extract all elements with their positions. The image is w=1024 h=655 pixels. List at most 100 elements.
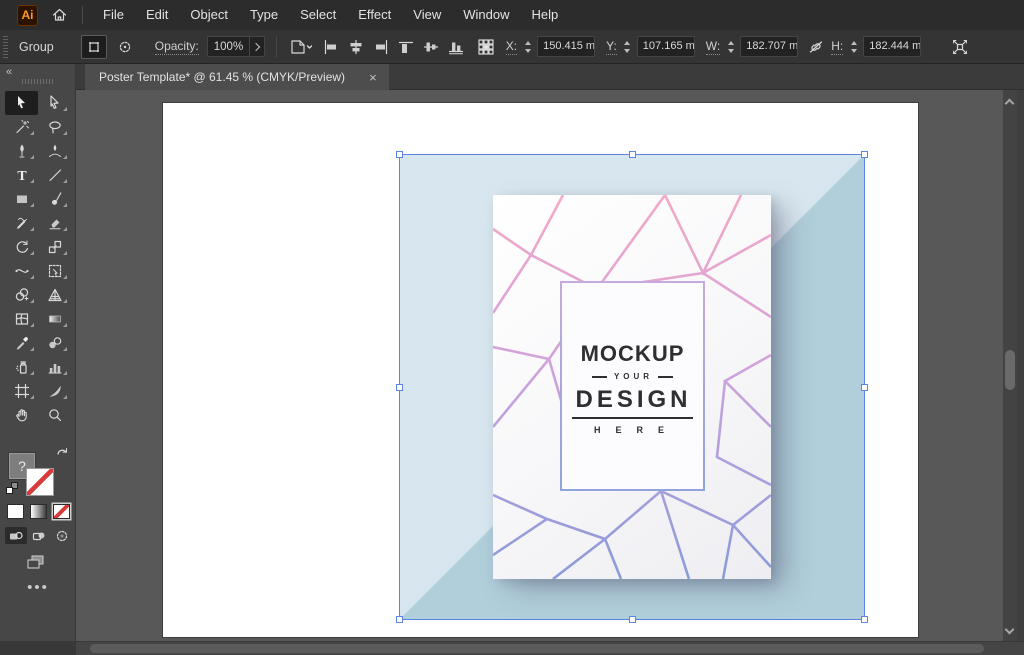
menu-select[interactable]: Select [289, 0, 347, 30]
edit-toolbar-button[interactable]: ••• [0, 579, 76, 596]
h-input[interactable]: 182.444 mm [863, 36, 922, 57]
tool-symbol-sprayer[interactable] [5, 355, 38, 379]
menu-type[interactable]: Type [239, 0, 289, 30]
poster-mockup[interactable]: MOCKUP YOUR DESIGN HERE [493, 195, 771, 579]
align-h-center-button[interactable] [347, 39, 365, 55]
vertical-scrollbar-thumb[interactable] [1005, 350, 1015, 390]
horizontal-scrollbar[interactable] [0, 641, 1024, 655]
align-right-button[interactable] [372, 39, 390, 55]
tool-direct-selection[interactable] [38, 91, 71, 115]
x-input[interactable]: 150.415 mm [537, 36, 596, 57]
h-label[interactable]: H: [831, 39, 844, 55]
tool-eyedropper[interactable] [5, 331, 38, 355]
more-options-button[interactable] [951, 38, 969, 56]
vertical-scrollbar[interactable] [1003, 90, 1017, 641]
home-button[interactable] [51, 7, 68, 23]
draw-behind-button[interactable] [28, 527, 50, 544]
document-tab[interactable]: Poster Template* @ 61.45 % (CMYK/Preview… [85, 64, 389, 90]
horizontal-scrollbar-thumb[interactable] [90, 644, 984, 653]
w-stepper[interactable] [725, 37, 736, 57]
opacity-label[interactable]: Opacity: [154, 39, 199, 55]
tool-rectangle[interactable] [5, 187, 38, 211]
tool-paintbrush[interactable] [38, 187, 71, 211]
align-to-selection-dropdown[interactable] [288, 38, 312, 56]
tool-blend[interactable] [38, 331, 71, 355]
isolate-mode-button[interactable] [112, 35, 138, 59]
selection-handle-se[interactable] [861, 616, 868, 623]
opacity-flyout-icon[interactable] [251, 42, 261, 51]
x-label[interactable]: X: [505, 39, 518, 55]
tool-column-graph[interactable] [38, 355, 71, 379]
tool-width[interactable] [5, 259, 38, 283]
y-stepper[interactable] [622, 37, 633, 57]
w-input[interactable]: 182.707 mm [740, 36, 799, 57]
align-top-button[interactable] [397, 39, 415, 55]
tool-shape-builder[interactable] [5, 283, 38, 307]
canvas-pasteboard[interactable]: MOCKUP YOUR DESIGN HERE [76, 90, 1003, 641]
screen-mode-button[interactable] [26, 554, 46, 570]
y-label[interactable]: Y: [606, 39, 617, 55]
selection-handle-nw[interactable] [396, 151, 403, 158]
opacity-input[interactable]: 100% [206, 36, 265, 57]
selected-artwork-group[interactable]: MOCKUP YOUR DESIGN HERE [396, 151, 868, 623]
tool-magic-wand[interactable] [5, 115, 38, 139]
tool-line-segment[interactable] [38, 163, 71, 187]
selection-handle-e[interactable] [861, 383, 868, 391]
tool-eraser[interactable] [38, 211, 71, 235]
menu-view[interactable]: View [402, 0, 452, 30]
control-bar-grip[interactable] [3, 35, 8, 58]
tool-hand[interactable] [5, 403, 38, 427]
align-left-button[interactable] [322, 39, 340, 55]
align-v-center-button[interactable] [422, 39, 440, 55]
tool-rotate[interactable] [5, 235, 38, 259]
swap-fill-stroke-icon[interactable] [56, 446, 69, 457]
draw-inside-button[interactable] [51, 527, 73, 544]
tool-gradient[interactable] [38, 307, 71, 331]
default-fill-stroke-icon[interactable] [6, 482, 19, 495]
stroke-swatch-none[interactable] [26, 468, 54, 496]
y-input[interactable]: 107.165 mm [636, 36, 695, 57]
tool-scale[interactable] [38, 235, 71, 259]
tool-lasso[interactable] [38, 115, 71, 139]
menu-help[interactable]: Help [520, 0, 569, 30]
tool-mesh[interactable] [5, 307, 38, 331]
menu-edit[interactable]: Edit [135, 0, 179, 30]
menu-effect[interactable]: Effect [347, 0, 402, 30]
selection-handle-w[interactable] [396, 383, 403, 391]
artboard[interactable]: MOCKUP YOUR DESIGN HERE [163, 103, 918, 637]
selection-handle-s[interactable] [628, 616, 636, 623]
tool-selection[interactable] [5, 91, 38, 115]
selection-handle-ne[interactable] [861, 151, 868, 158]
tool-artboard[interactable] [5, 379, 38, 403]
w-label[interactable]: W: [705, 39, 721, 55]
tool-free-transform[interactable] [38, 259, 71, 283]
collapse-panel-icon[interactable]: « [6, 66, 12, 78]
tool-slice[interactable] [38, 379, 71, 403]
tool-type[interactable]: T [5, 163, 38, 187]
none-button[interactable] [53, 504, 70, 519]
opacity-value[interactable]: 100% [208, 41, 249, 53]
select-object-mode-button[interactable] [80, 34, 107, 59]
selection-handle-n[interactable] [628, 151, 636, 158]
scroll-down-icon[interactable] [1004, 624, 1015, 635]
illustrator-logo-icon[interactable]: Ai [17, 4, 38, 26]
tool-perspective-grid[interactable] [38, 283, 71, 307]
menu-window[interactable]: Window [452, 0, 520, 30]
draw-normal-button[interactable] [5, 527, 27, 544]
tool-zoom[interactable] [38, 403, 71, 427]
color-button[interactable] [7, 504, 24, 519]
tool-curvature[interactable] [38, 139, 71, 163]
constrain-proportions-button[interactable] [807, 39, 825, 55]
x-stepper[interactable] [522, 37, 533, 57]
scroll-up-icon[interactable] [1004, 98, 1015, 109]
gradient-button[interactable] [30, 504, 47, 519]
selection-handle-sw[interactable] [396, 616, 403, 623]
tools-panel-grip[interactable] [22, 79, 54, 84]
transform-panel-button[interactable] [477, 38, 495, 56]
menu-object[interactable]: Object [179, 0, 239, 30]
h-stepper[interactable] [848, 37, 859, 57]
tool-shaper[interactable] [5, 211, 38, 235]
menu-file[interactable]: File [92, 0, 135, 30]
tab-close-icon[interactable]: × [369, 71, 377, 84]
align-bottom-button[interactable] [447, 39, 465, 55]
